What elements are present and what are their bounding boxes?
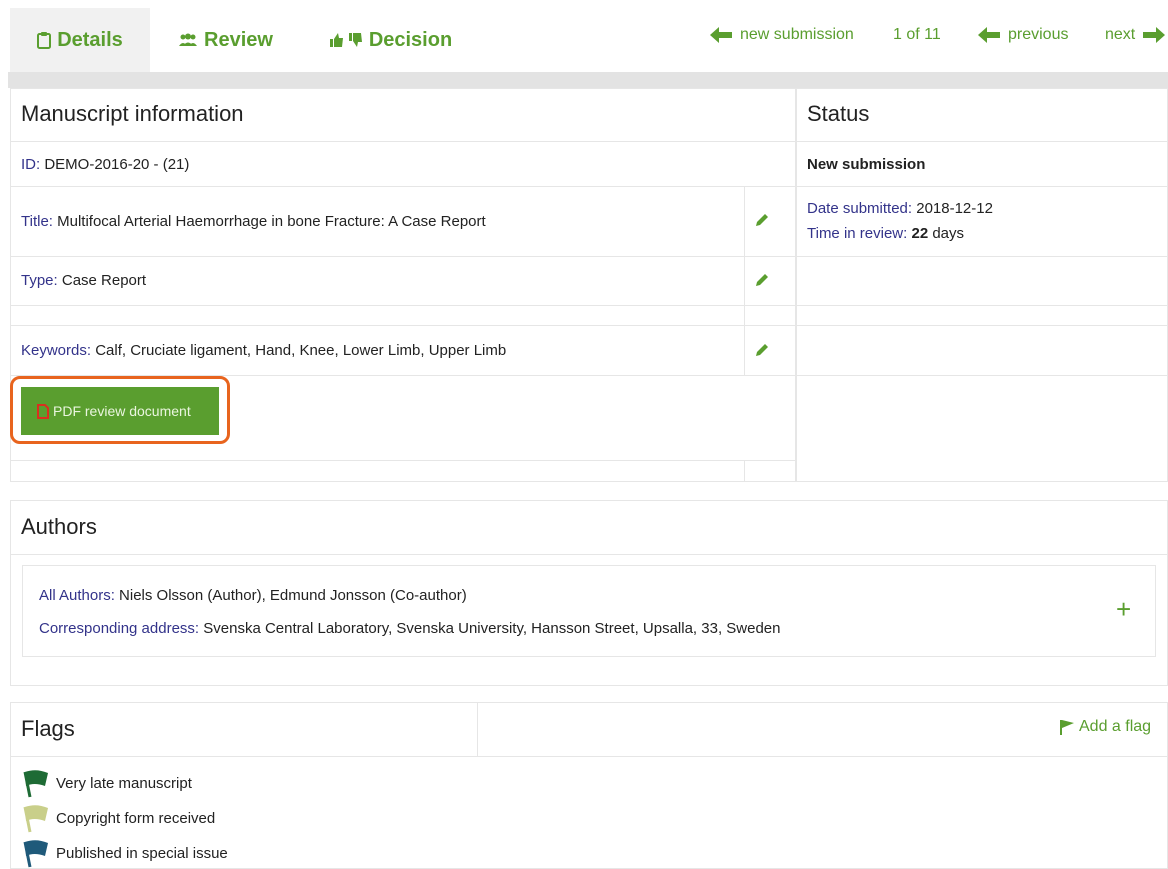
flag-label: Very late manuscript	[56, 774, 192, 792]
status-panel-title: Status	[807, 101, 870, 126]
flag-item: Copyright form received	[22, 803, 215, 833]
new-submission-label: new submission	[740, 26, 854, 43]
manuscript-type-row: Type: Case Report	[21, 271, 147, 289]
pdf-review-document-button[interactable]: PDF review document	[21, 387, 219, 435]
tab-decision-label: Decision	[368, 28, 453, 51]
manuscript-id-row: ID: DEMO-2016-20 - (21)	[21, 155, 190, 173]
status-state: New submission	[807, 155, 926, 173]
arrow-left-icon	[978, 27, 1000, 43]
tab-details-label: Details	[57, 28, 123, 51]
tab-decision[interactable]: Decision	[318, 8, 463, 72]
time-in-review-row: Time in review: 22 days	[807, 224, 965, 242]
flag-label: Copyright form received	[56, 809, 216, 827]
divider-bar	[8, 72, 1168, 88]
submission-counter: 1 of 11	[893, 22, 941, 48]
flag-icon	[1060, 720, 1074, 735]
authors-box	[22, 565, 1156, 657]
pdf-button-label: PDF review document	[53, 403, 191, 419]
next-label: next	[1105, 26, 1136, 43]
top-navigation: Details Review Decision new submission 1…	[0, 0, 1168, 72]
arrow-right-icon	[1143, 27, 1166, 43]
date-submitted-row: Date submitted: 2018-12-12	[807, 199, 993, 217]
flag-label: Published in special issue	[56, 844, 228, 862]
corresponding-address-row: Corresponding address: Svenska Central L…	[39, 619, 781, 637]
manuscript-keywords-row: Keywords: Calf, Cruciate ligament, Hand,…	[21, 341, 507, 359]
edit-title-pencil-icon[interactable]	[755, 213, 769, 227]
users-icon	[179, 33, 198, 46]
manuscript-panel-title: Manuscript information	[21, 101, 244, 126]
flag-beige-icon	[23, 805, 48, 833]
add-author-plus-icon[interactable]: +	[1116, 596, 1131, 622]
thumbs-up-down-icon	[329, 33, 362, 47]
edit-type-pencil-icon[interactable]	[755, 273, 769, 287]
flags-panel-title: Flags	[21, 716, 75, 741]
add-flag-label: Add a flag	[1079, 718, 1152, 735]
all-authors-row: All Authors: Niels Olsson (Author), Edmu…	[39, 586, 467, 604]
tab-details[interactable]: Details	[10, 8, 150, 72]
flag-item: Very late manuscript	[22, 768, 192, 798]
add-flag-link[interactable]: Add a flag	[1059, 718, 1151, 736]
authors-panel-title: Authors	[21, 514, 97, 539]
tab-review-label: Review	[204, 28, 273, 51]
manuscript-title-row: Title: Multifocal Arterial Haemorrhage i…	[21, 212, 486, 230]
pdf-file-icon	[37, 403, 49, 419]
next-link[interactable]: next	[1105, 22, 1166, 48]
previous-label: previous	[1008, 26, 1069, 43]
edit-keywords-pencil-icon[interactable]	[755, 343, 769, 357]
pdf-button-highlight: PDF review document	[10, 376, 230, 444]
flag-green-icon	[23, 770, 48, 798]
flag-item: Published in special issue	[22, 838, 228, 868]
previous-link[interactable]: previous	[978, 22, 1068, 48]
clipboard-icon	[37, 32, 52, 49]
tab-review[interactable]: Review	[168, 8, 283, 72]
new-submission-link[interactable]: new submission	[710, 22, 854, 48]
submission-counter-label: 1 of 11	[893, 26, 941, 43]
arrow-left-icon	[710, 27, 732, 43]
flag-blue-icon	[23, 840, 48, 868]
